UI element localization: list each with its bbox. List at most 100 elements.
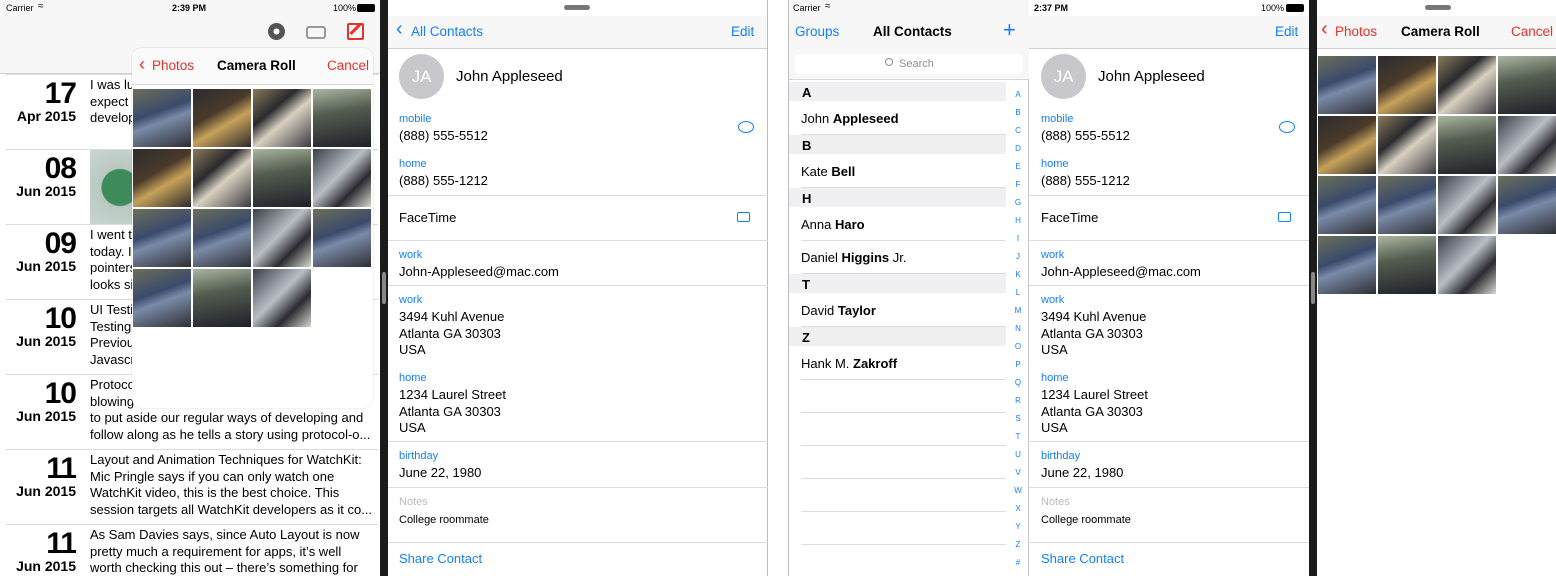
camera-back-button[interactable]: Photos xyxy=(1335,24,1377,39)
index-letter[interactable]: U xyxy=(1012,450,1024,459)
index-letter[interactable]: Y xyxy=(1012,522,1024,531)
index-letter[interactable]: R xyxy=(1012,396,1024,405)
popover-cancel-button[interactable]: Cancel xyxy=(327,58,369,73)
popover-back-button[interactable]: Photos xyxy=(152,58,194,73)
camera-photo-thumbnail[interactable] xyxy=(1377,235,1437,295)
index-letter[interactable]: M xyxy=(1012,306,1024,315)
edit-button[interactable]: Edit xyxy=(731,24,754,39)
mobile-value[interactable]: (888) 555-5512 xyxy=(1041,128,1130,145)
index-letter[interactable]: W xyxy=(1012,486,1024,495)
index-letter[interactable]: N xyxy=(1012,324,1024,333)
camera-photo-thumbnail[interactable] xyxy=(1317,175,1377,235)
mobile-value[interactable]: (888) 555-5512 xyxy=(399,128,488,145)
aperture-icon[interactable] xyxy=(268,23,285,40)
index-letter[interactable]: E xyxy=(1012,162,1024,171)
slide-over-grabber[interactable] xyxy=(564,5,590,10)
index-letter[interactable]: Z xyxy=(1012,540,1024,549)
index-letter[interactable]: G xyxy=(1012,198,1024,207)
photo-thumbnail[interactable] xyxy=(192,148,252,208)
camera-cancel-button[interactable]: Cancel xyxy=(1511,24,1553,39)
groups-button[interactable]: Groups xyxy=(795,24,839,39)
home-address-line[interactable]: Atlanta GA 30303 xyxy=(1041,404,1143,421)
index-letter[interactable]: B xyxy=(1012,108,1024,117)
home-value[interactable]: (888) 555-1212 xyxy=(1041,173,1130,190)
add-contact-button[interactable]: + xyxy=(1003,17,1016,43)
back-chevron-icon[interactable]: ‹ xyxy=(396,18,403,41)
contact-row[interactable]: Daniel Higgins Jr. xyxy=(801,250,906,265)
photo-thumbnail[interactable] xyxy=(252,148,312,208)
index-letter[interactable]: V xyxy=(1012,468,1024,477)
index-letter[interactable]: S xyxy=(1012,414,1024,423)
work-address-line[interactable]: USA xyxy=(1041,342,1068,359)
photo-thumbnail[interactable] xyxy=(312,88,372,148)
share-contact-button[interactable]: Share Contact xyxy=(399,551,482,568)
home-value[interactable]: (888) 555-1212 xyxy=(399,173,488,190)
index-letter[interactable]: Q xyxy=(1012,378,1024,387)
slide-over-grabber-right[interactable] xyxy=(1425,5,1451,10)
split-handle[interactable] xyxy=(382,272,386,304)
home-address-line[interactable]: 1234 Laurel Street xyxy=(399,387,506,404)
index-letter[interactable]: P xyxy=(1012,360,1024,369)
home-address-line[interactable]: USA xyxy=(1041,420,1068,437)
photo-thumbnail[interactable] xyxy=(252,268,312,328)
camera-photo-thumbnail[interactable] xyxy=(1437,175,1497,235)
camera-photo-thumbnail[interactable] xyxy=(1437,235,1497,295)
camera-photo-thumbnail[interactable] xyxy=(1317,115,1377,175)
split-handle-right[interactable] xyxy=(1311,272,1315,304)
index-letter[interactable]: J xyxy=(1012,252,1024,261)
journal-row[interactable]: 11 Jun 2015 As Sam Davies says, since Auto… xyxy=(6,524,378,576)
index-letter[interactable]: F xyxy=(1012,180,1024,189)
camera-photo-thumbnail[interactable] xyxy=(1437,115,1497,175)
home-address-line[interactable]: Atlanta GA 30303 xyxy=(399,404,501,421)
work-address-line[interactable]: Atlanta GA 30303 xyxy=(1041,326,1143,343)
edit-button-right[interactable]: Edit xyxy=(1275,24,1298,39)
home-address-line[interactable]: 1234 Laurel Street xyxy=(1041,387,1148,404)
camera-photo-thumbnail[interactable] xyxy=(1497,175,1556,235)
camera-back-chevron[interactable]: ‹ xyxy=(1321,18,1328,41)
all-contacts-back-button[interactable]: All Contacts xyxy=(411,24,483,39)
video-icon[interactable] xyxy=(737,212,750,222)
index-letter[interactable]: K xyxy=(1012,270,1024,279)
work-address-line[interactable]: USA xyxy=(399,342,426,359)
share-contact-button[interactable]: Share Contact xyxy=(1041,551,1124,568)
index-letter[interactable]: # xyxy=(1012,558,1024,567)
camera-photo-thumbnail[interactable] xyxy=(1377,55,1437,115)
video-icon[interactable] xyxy=(1278,212,1291,222)
contact-row[interactable]: John Appleseed xyxy=(801,111,899,126)
photo-thumbnail[interactable] xyxy=(192,268,252,328)
journal-row[interactable]: 11 Jun 2015 Layout and Animation Technique… xyxy=(6,449,378,524)
index-letter[interactable]: C xyxy=(1012,126,1024,135)
popover-back-chevron[interactable]: ‹ xyxy=(139,54,145,75)
index-letter[interactable]: L xyxy=(1012,288,1024,297)
index-letter[interactable]: I xyxy=(1012,234,1024,243)
contact-row[interactable]: David Taylor xyxy=(801,303,876,318)
photo-thumbnail[interactable] xyxy=(132,148,192,208)
work-address-line[interactable]: 3494 Kuhl Avenue xyxy=(1041,309,1146,326)
index-letter[interactable]: H xyxy=(1012,216,1024,225)
message-icon[interactable] xyxy=(738,121,754,133)
photo-thumbnail[interactable] xyxy=(132,208,192,268)
camera-photo-thumbnail[interactable] xyxy=(1317,235,1377,295)
message-icon[interactable] xyxy=(1279,121,1295,133)
work-email-value[interactable]: John-Appleseed@mac.com xyxy=(1041,264,1201,281)
photo-thumbnail[interactable] xyxy=(312,208,372,268)
index-letter[interactable]: O xyxy=(1012,342,1024,351)
camera-photo-thumbnail[interactable] xyxy=(1377,115,1437,175)
photo-thumbnail[interactable] xyxy=(252,208,312,268)
camera-photo-thumbnail[interactable] xyxy=(1497,115,1556,175)
photo-thumbnail[interactable] xyxy=(252,88,312,148)
index-letter[interactable]: X xyxy=(1012,504,1024,513)
camera-icon[interactable] xyxy=(306,26,326,39)
index-letter[interactable]: T xyxy=(1012,432,1024,441)
camera-photo-thumbnail[interactable] xyxy=(1377,175,1437,235)
work-address-line[interactable]: 3494 Kuhl Avenue xyxy=(399,309,504,326)
home-address-line[interactable]: USA xyxy=(399,420,426,437)
camera-photo-thumbnail[interactable] xyxy=(1317,55,1377,115)
index-letter[interactable]: D xyxy=(1012,144,1024,153)
photo-thumbnail[interactable] xyxy=(312,148,372,208)
camera-photo-thumbnail[interactable] xyxy=(1497,55,1556,115)
work-email-value[interactable]: John-Appleseed@mac.com xyxy=(399,264,559,281)
photo-thumbnail[interactable] xyxy=(192,208,252,268)
camera-photo-thumbnail[interactable] xyxy=(1437,55,1497,115)
photo-thumbnail[interactable] xyxy=(132,88,192,148)
